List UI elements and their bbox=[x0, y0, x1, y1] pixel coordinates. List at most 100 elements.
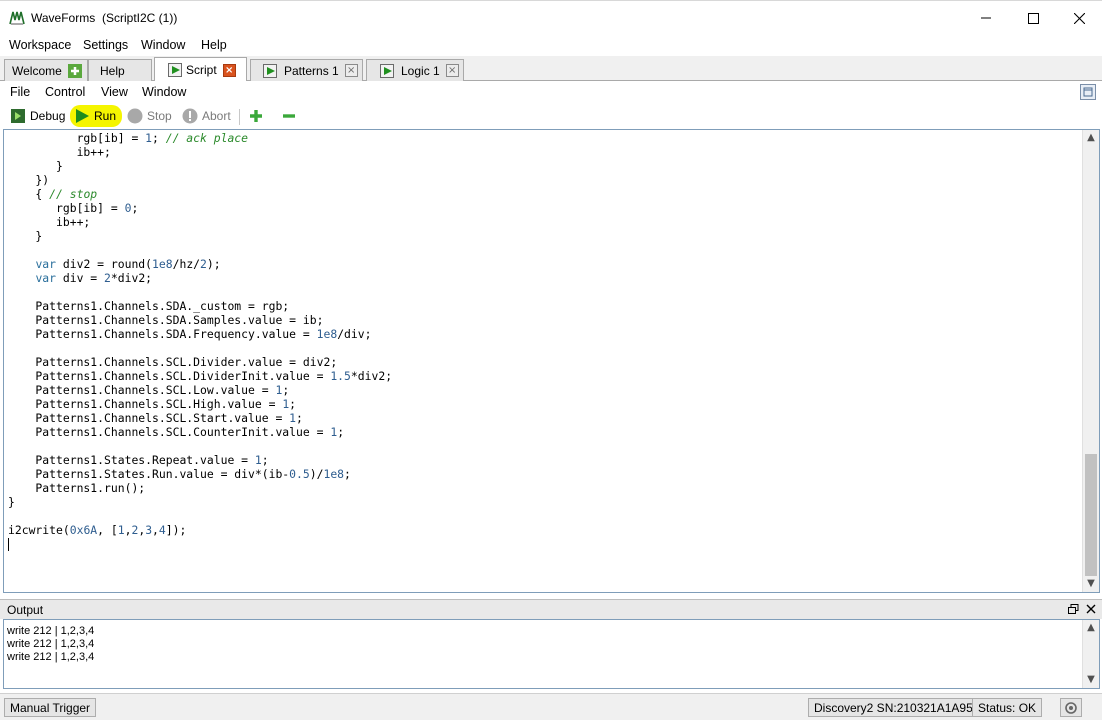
menu-control[interactable]: Control bbox=[45, 85, 85, 99]
code-line: ​ bbox=[8, 439, 1078, 453]
code-line: var div = 2*div2; bbox=[35, 271, 153, 285]
code-line: Patterns1.Channels.SDA.Samples.value = i… bbox=[8, 313, 324, 327]
run-label: Run bbox=[94, 109, 117, 123]
code-line: ​ bbox=[8, 285, 1078, 299]
remove-button[interactable] bbox=[281, 106, 297, 126]
code-line: } bbox=[8, 229, 43, 243]
toolbar-divider bbox=[239, 109, 240, 125]
close-icon bbox=[1073, 12, 1085, 24]
close-tab-icon[interactable]: × bbox=[222, 63, 236, 77]
tab-help[interactable]: Help bbox=[88, 59, 152, 81]
status-badge[interactable]: Status: OK bbox=[972, 698, 1043, 717]
output-line: write 212 | 1,2,3,4 bbox=[7, 651, 95, 663]
maximize-button[interactable] bbox=[1010, 0, 1056, 36]
code-line bbox=[8, 537, 1078, 551]
output-title: Output bbox=[7, 603, 44, 617]
code-text[interactable]: rgb[ib] = 1; // ack place ib++; } }) { /… bbox=[8, 131, 1078, 551]
close-window-button[interactable] bbox=[1056, 0, 1102, 36]
code-line: Patterns1.Channels.SCL.CounterInit.value… bbox=[8, 425, 345, 439]
run-play-icon bbox=[76, 109, 89, 123]
code-line: Patterns1.Channels.SCL.Divider.value = d… bbox=[8, 355, 338, 369]
restore-panel-icon[interactable] bbox=[1068, 604, 1079, 615]
menu-window[interactable]: Window bbox=[141, 38, 185, 52]
code-line: i2cwrite(0x6A, [1,2,3,4]); bbox=[8, 523, 187, 537]
code-line: ​ bbox=[8, 341, 1078, 355]
code-line: { // stop bbox=[8, 187, 98, 201]
code-line: Patterns1.run(); bbox=[8, 481, 146, 495]
tab-label: Logic 1 bbox=[401, 63, 440, 78]
menu-workspace[interactable]: Workspace bbox=[9, 38, 71, 52]
menu-file[interactable]: File bbox=[10, 85, 30, 99]
code-line: } bbox=[8, 495, 15, 509]
main-menu-bar: Workspace Settings Window Help bbox=[0, 36, 1102, 56]
menu-view[interactable]: View bbox=[101, 85, 128, 99]
script-editor[interactable]: rgb[ib] = 1; // ack place ib++; } }) { /… bbox=[3, 129, 1100, 593]
debug-label: Debug bbox=[30, 109, 66, 123]
code-line: ​ bbox=[8, 243, 1078, 257]
script-toolbar: Debug Run Stop Abort bbox=[0, 103, 1102, 129]
code-line: ib++; bbox=[8, 145, 111, 159]
scroll-down-icon[interactable]: ▼ bbox=[1083, 576, 1099, 592]
debug-icon bbox=[11, 109, 25, 123]
tab-patterns-1[interactable]: Patterns 1 × bbox=[250, 59, 363, 81]
scroll-up-icon[interactable]: ▲ bbox=[1083, 130, 1099, 146]
code-line: var div2 = round(1e8/hz/2); bbox=[35, 257, 221, 271]
minimize-button[interactable] bbox=[963, 0, 1009, 36]
status-bar: Manual Trigger Discovery2 SN:210321A1A95… bbox=[0, 693, 1102, 720]
code-line: rgb[ib] = 1; // ack place bbox=[8, 131, 249, 145]
minus-icon bbox=[283, 114, 295, 118]
code-line: Patterns1.Channels.SCL.High.value = 1; bbox=[8, 397, 297, 411]
debug-button[interactable]: Debug bbox=[10, 106, 65, 126]
code-line: Patterns1.Channels.SCL.DividerInit.value… bbox=[8, 369, 393, 383]
stop-button[interactable]: Stop bbox=[127, 106, 172, 126]
abort-label: Abort bbox=[202, 109, 231, 123]
scroll-up-icon[interactable]: ▲ bbox=[1083, 620, 1099, 636]
abort-button[interactable]: Abort bbox=[182, 106, 231, 126]
stop-icon bbox=[127, 108, 143, 124]
close-tab-icon[interactable]: × bbox=[344, 64, 358, 77]
play-icon bbox=[168, 63, 182, 77]
device-status[interactable]: Discovery2 SN:210321A1A953 bbox=[808, 698, 986, 717]
tab-label: Script bbox=[186, 63, 217, 77]
code-line: Patterns1.States.Run.value = div*(ib-0.5… bbox=[8, 467, 351, 481]
app-subtitle: (ScriptI2C (1)) bbox=[102, 11, 178, 25]
stop-label: Stop bbox=[147, 109, 172, 123]
plus-icon bbox=[67, 63, 82, 78]
output-scrollbar[interactable]: ▲ ▼ bbox=[1082, 620, 1099, 688]
scroll-thumb[interactable] bbox=[1085, 454, 1097, 576]
menu-window-inner[interactable]: Window bbox=[142, 85, 186, 99]
close-panel-icon[interactable] bbox=[1086, 604, 1096, 614]
add-button[interactable] bbox=[248, 106, 264, 126]
code-line: } bbox=[8, 159, 63, 173]
output-line: write 212 | 1,2,3,4 bbox=[7, 625, 95, 637]
script-menu-bar: File Control View Window bbox=[0, 81, 1102, 103]
code-line: Patterns1.Channels.SCL.Low.value = 1; bbox=[8, 383, 290, 397]
menu-help[interactable]: Help bbox=[201, 38, 227, 52]
scroll-down-icon[interactable]: ▼ bbox=[1083, 672, 1099, 688]
code-line: rgb[ib] = 0; bbox=[8, 201, 139, 215]
tab-script[interactable]: Script × bbox=[154, 57, 247, 82]
tab-logic-1[interactable]: Logic 1 × bbox=[366, 59, 464, 81]
plus-icon bbox=[250, 110, 262, 122]
settings-icon[interactable] bbox=[1060, 698, 1082, 717]
editor-scrollbar[interactable]: ▲ ▼ bbox=[1082, 130, 1099, 592]
output-console[interactable]: write 212 | 1,2,3,4 write 212 | 1,2,3,4 … bbox=[3, 619, 1100, 689]
manual-trigger-button[interactable]: Manual Trigger bbox=[4, 698, 97, 717]
output-panel-header: Output bbox=[0, 599, 1102, 619]
tab-welcome[interactable]: Welcome bbox=[4, 59, 88, 81]
code-line: Patterns1.Channels.SDA._custom = rgb; bbox=[8, 299, 290, 313]
title-bar: WaveForms (ScriptI2C (1)) bbox=[0, 0, 1102, 36]
code-line: ​ bbox=[8, 509, 1078, 523]
code-line: ib++; bbox=[8, 215, 91, 229]
code-line: Patterns1.States.Repeat.value = 1; bbox=[8, 453, 269, 467]
code-line: }) bbox=[8, 173, 50, 187]
run-button[interactable]: Run bbox=[70, 105, 123, 127]
restore-icon[interactable] bbox=[1080, 84, 1096, 100]
close-tab-icon[interactable]: × bbox=[445, 64, 459, 77]
code-line: Patterns1.Channels.SCL.Start.value = 1; bbox=[8, 411, 303, 425]
menu-settings[interactable]: Settings bbox=[83, 38, 128, 52]
instrument-tabs: Welcome Help Script × Patterns 1 × Logic… bbox=[0, 56, 1102, 82]
app-title: WaveForms bbox=[31, 11, 96, 25]
tab-label: Patterns 1 bbox=[284, 63, 339, 78]
output-line: write 212 | 1,2,3,4 bbox=[7, 638, 95, 650]
